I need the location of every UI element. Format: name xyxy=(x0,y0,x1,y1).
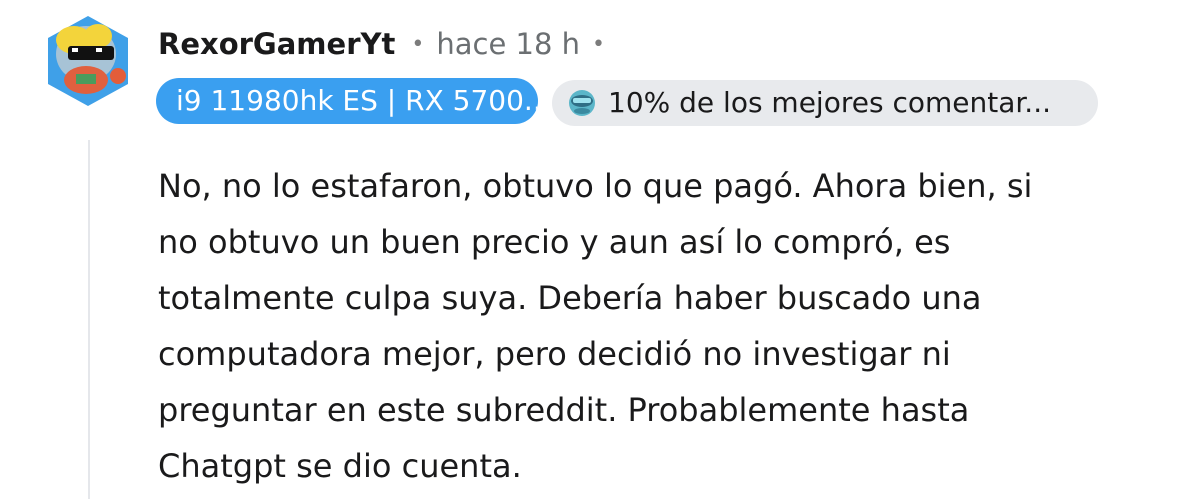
author-username[interactable]: RexorGamerYt xyxy=(158,27,395,61)
achievement-flair[interactable]: 10% de los mejores comentar... xyxy=(552,80,1098,126)
comment-line: Chatgpt se dio cuenta. xyxy=(158,447,522,485)
timestamp[interactable]: hace 18 h xyxy=(436,27,580,61)
comment-line: No, no lo estafaron, obtuvo lo que pagó.… xyxy=(158,167,1033,205)
user-flair[interactable]: i9 11980hk ES | RX 5700... xyxy=(156,78,538,124)
separator-dot: • xyxy=(411,31,425,57)
comment-header: RexorGamerYt • hace 18 h • xyxy=(158,22,605,66)
flair-row: i9 11980hk ES | RX 5700... 10% de los me… xyxy=(156,76,1098,126)
separator-dot: • xyxy=(592,31,605,57)
top-commenter-badge-icon xyxy=(569,90,595,116)
comment-line: computadora mejor, pero decidió no inves… xyxy=(158,335,951,373)
thread-line[interactable] xyxy=(88,140,90,499)
comment-line: preguntar en este subreddit. Probablemen… xyxy=(158,391,970,429)
comment-line: no obtuvo un buen precio y aun así lo co… xyxy=(158,223,951,261)
user-avatar[interactable] xyxy=(40,10,136,110)
comment-line: totalmente culpa suya. Debería haber bus… xyxy=(158,279,982,317)
avatar-image xyxy=(48,16,128,106)
achievement-label: 10% de los mejores comentar... xyxy=(608,86,1052,119)
comment-body: No, no lo estafaron, obtuvo lo que pagó.… xyxy=(158,158,1138,494)
